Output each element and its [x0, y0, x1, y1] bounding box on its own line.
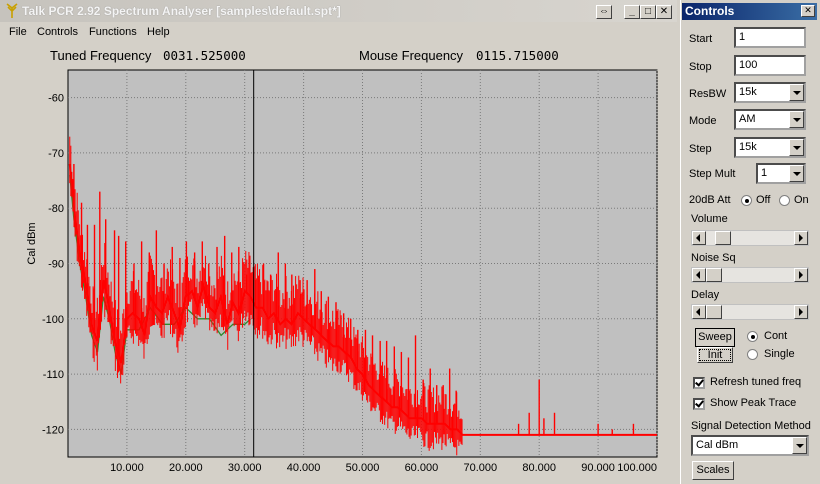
controls-title: Controls: [685, 4, 735, 18]
resbw-select[interactable]: 15k: [734, 82, 806, 103]
sweep-button[interactable]: Sweep: [695, 328, 735, 347]
y-tick-label: -60: [48, 93, 64, 105]
scroll-left-icon[interactable]: [692, 268, 706, 282]
stop-field[interactable]: 100: [734, 55, 806, 76]
y-tick-label: -80: [48, 203, 64, 215]
x-tick-label: 90.000: [581, 462, 615, 474]
show-peak-label: Show Peak Trace: [710, 397, 797, 409]
mouse-frequency-label: Mouse Frequency: [359, 48, 464, 63]
stop-label: Stop: [689, 61, 712, 73]
sweep-single-radio[interactable]: [747, 349, 758, 360]
step-mult-value: 1: [761, 167, 768, 179]
title-bar[interactable]: Talk PCR 2.92 Spectrum Analyser [samples…: [0, 0, 677, 22]
mode-label: Mode: [689, 115, 717, 127]
restore-size-button[interactable]: ⇔: [596, 5, 612, 19]
menu-controls[interactable]: Controls: [37, 26, 78, 38]
x-tick-label: 40.000: [287, 462, 321, 474]
antenna-icon: [6, 3, 18, 18]
scroll-left-icon[interactable]: [692, 231, 706, 245]
sweep-cont-label: Cont: [764, 330, 788, 342]
x-tick-label: 20.000: [169, 462, 203, 474]
show-peak-checkbox[interactable]: [693, 398, 705, 410]
controls-title-bar[interactable]: Controls ✕: [682, 3, 817, 20]
scroll-right-icon[interactable]: [794, 268, 808, 282]
scales-button[interactable]: Scales: [692, 461, 734, 480]
minimize-button[interactable]: _: [624, 5, 640, 19]
step-mult-select[interactable]: 1: [756, 163, 806, 184]
chevron-down-icon[interactable]: [792, 437, 807, 454]
refresh-tuned-checkbox[interactable]: [693, 377, 705, 389]
menu-functions[interactable]: Functions: [89, 26, 137, 38]
y-tick-label: -90: [48, 259, 64, 271]
chevron-down-icon[interactable]: [789, 84, 804, 101]
step-value: 15k: [739, 141, 757, 153]
scroll-right-icon[interactable]: [794, 305, 808, 319]
chevron-down-icon[interactable]: [789, 111, 804, 128]
mouse-frequency-value: 0115.715000: [476, 48, 559, 63]
controls-close-button[interactable]: ✕: [801, 5, 815, 17]
main-window: Talk PCR 2.92 Spectrum Analyser [samples…: [0, 0, 677, 484]
att-off-radio[interactable]: [741, 195, 752, 206]
x-tick-label: 80.000: [522, 462, 556, 474]
noise-sq-thumb[interactable]: [706, 268, 722, 282]
detection-method-value: Cal dBm: [696, 439, 739, 451]
step-label: Step: [689, 143, 712, 155]
tuned-frequency-value: 0031.525000: [163, 48, 246, 63]
step-mult-label: Step Mult: [689, 168, 736, 180]
scroll-right-icon[interactable]: [794, 231, 808, 245]
resbw-label: ResBW: [689, 88, 727, 100]
x-tick-label: 70.000: [463, 462, 497, 474]
x-tick-label: 50.000: [346, 462, 380, 474]
volume-label: Volume: [691, 213, 728, 225]
x-tick-label: 10.000: [110, 462, 144, 474]
step-select[interactable]: 15k: [734, 137, 806, 158]
y-tick-label: -70: [48, 148, 64, 160]
sweep-single-label: Single: [764, 348, 795, 360]
volume-thumb[interactable]: [715, 231, 731, 245]
mode-value: AM: [739, 113, 756, 125]
detection-method-select[interactable]: Cal dBm: [691, 435, 809, 456]
x-tick-label: 100.000: [617, 462, 657, 474]
scroll-left-icon[interactable]: [692, 305, 706, 319]
close-button[interactable]: ✕: [656, 5, 672, 19]
y-axis-label: Cal dBm: [26, 222, 38, 264]
chevron-down-icon[interactable]: [789, 139, 804, 156]
spectrum-chart[interactable]: 10.000 20.000 30.000 40.000 50.000 60.000 70.0…: [0, 66, 677, 480]
noise-sq-slider[interactable]: [691, 267, 809, 283]
y-tick-label: -120: [42, 424, 64, 436]
att-on-label: On: [794, 194, 809, 206]
att-label: 20dB Att: [689, 194, 731, 206]
y-tick-label: -110: [43, 369, 64, 381]
resbw-value: 15k: [739, 86, 757, 98]
sweep-cont-radio[interactable]: [747, 331, 758, 342]
x-tick-label: 60.000: [405, 462, 439, 474]
y-tick-label: -100: [42, 314, 64, 326]
start-field[interactable]: 1: [734, 27, 806, 48]
menu-bar: File Controls Functions Help: [0, 24, 677, 41]
refresh-tuned-label: Refresh tuned freq: [710, 376, 802, 388]
x-tick-label: 30.000: [228, 462, 262, 474]
mode-select[interactable]: AM: [734, 109, 806, 130]
chevron-down-icon[interactable]: [789, 165, 804, 182]
noise-sq-label: Noise Sq: [691, 252, 736, 264]
att-on-radio[interactable]: [779, 195, 790, 206]
window-title: Talk PCR 2.92 Spectrum Analyser [samples…: [22, 4, 341, 18]
volume-slider[interactable]: [691, 230, 809, 246]
menu-help[interactable]: Help: [147, 26, 170, 38]
init-button[interactable]: Init: [697, 347, 733, 363]
detection-method-label: Signal Detection Method: [691, 420, 811, 432]
delay-label: Delay: [691, 289, 720, 301]
att-off-label: Off: [756, 194, 771, 206]
maximize-button[interactable]: □: [640, 5, 656, 19]
start-label: Start: [689, 33, 713, 45]
menu-file[interactable]: File: [9, 26, 27, 38]
delay-slider[interactable]: [691, 304, 809, 320]
delay-thumb[interactable]: [706, 305, 722, 319]
tuned-frequency-label: Tuned Frequency: [50, 48, 152, 63]
